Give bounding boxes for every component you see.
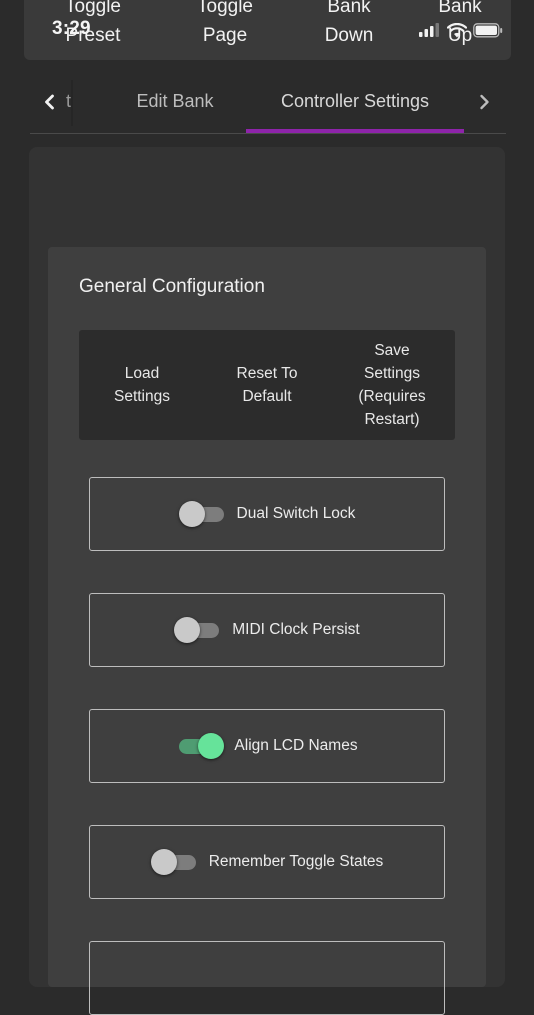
toggle-row-remember-toggle-states[interactable]: Remember Toggle States: [89, 825, 445, 899]
tab-controller-settings[interactable]: Controller Settings: [246, 72, 464, 132]
midi-clock-persist-switch[interactable]: [174, 617, 222, 643]
toggle-row-dual-switch-lock[interactable]: Dual Switch Lock: [89, 477, 445, 551]
bank-down-line2: Down: [324, 25, 374, 46]
load-settings-button[interactable]: Load Settings: [82, 330, 202, 440]
toggle-row-next[interactable]: [89, 941, 445, 1015]
toggle-label: Dual Switch Lock: [236, 505, 356, 522]
chevron-right-icon[interactable]: [472, 90, 496, 114]
align-lcd-names-switch[interactable]: [176, 733, 225, 759]
chevron-left-icon[interactable]: [38, 90, 62, 114]
active-tab-indicator: [246, 129, 464, 133]
bank-down-line1: Bank: [327, 0, 371, 17]
status-icons: [419, 22, 503, 38]
tab-edge-divider: [71, 80, 73, 126]
settings-action-bar: Load Settings Reset To Default Save Sett…: [79, 330, 455, 440]
toggle-row-midi-clock-persist[interactable]: MIDI Clock Persist: [89, 593, 445, 667]
tab-edit-bank[interactable]: Edit Bank: [116, 72, 234, 132]
toggle-page-line2: Page: [202, 25, 248, 46]
status-time: 3:29: [52, 18, 91, 39]
bank-up-line1: Bank: [438, 0, 482, 17]
tab-bar: t Edit Bank Controller Settings: [30, 72, 506, 134]
section-title: General Configuration: [79, 276, 265, 297]
toggle-label: MIDI Clock Persist: [232, 621, 360, 638]
toggle-row-align-lcd-names[interactable]: Align LCD Names: [89, 709, 445, 783]
toggle-page-line1: Toggle: [197, 0, 253, 17]
bank-down-button[interactable]: Bank Down: [294, 0, 404, 50]
battery-icon: [473, 22, 503, 37]
dual-switch-lock-switch[interactable]: [178, 501, 227, 527]
toggle-label: Remember Toggle States: [208, 853, 384, 870]
toggle-label: Align LCD Names: [234, 737, 358, 754]
remember-toggle-states-switch[interactable]: [150, 849, 199, 875]
wifi-icon: [447, 22, 467, 37]
cellular-signal-icon: [419, 23, 439, 37]
save-settings-button[interactable]: Save Settings (Requires Restart): [332, 330, 452, 440]
toggle-page-button[interactable]: Toggle Page: [170, 0, 280, 50]
reset-to-default-button[interactable]: Reset To Default: [207, 330, 327, 440]
